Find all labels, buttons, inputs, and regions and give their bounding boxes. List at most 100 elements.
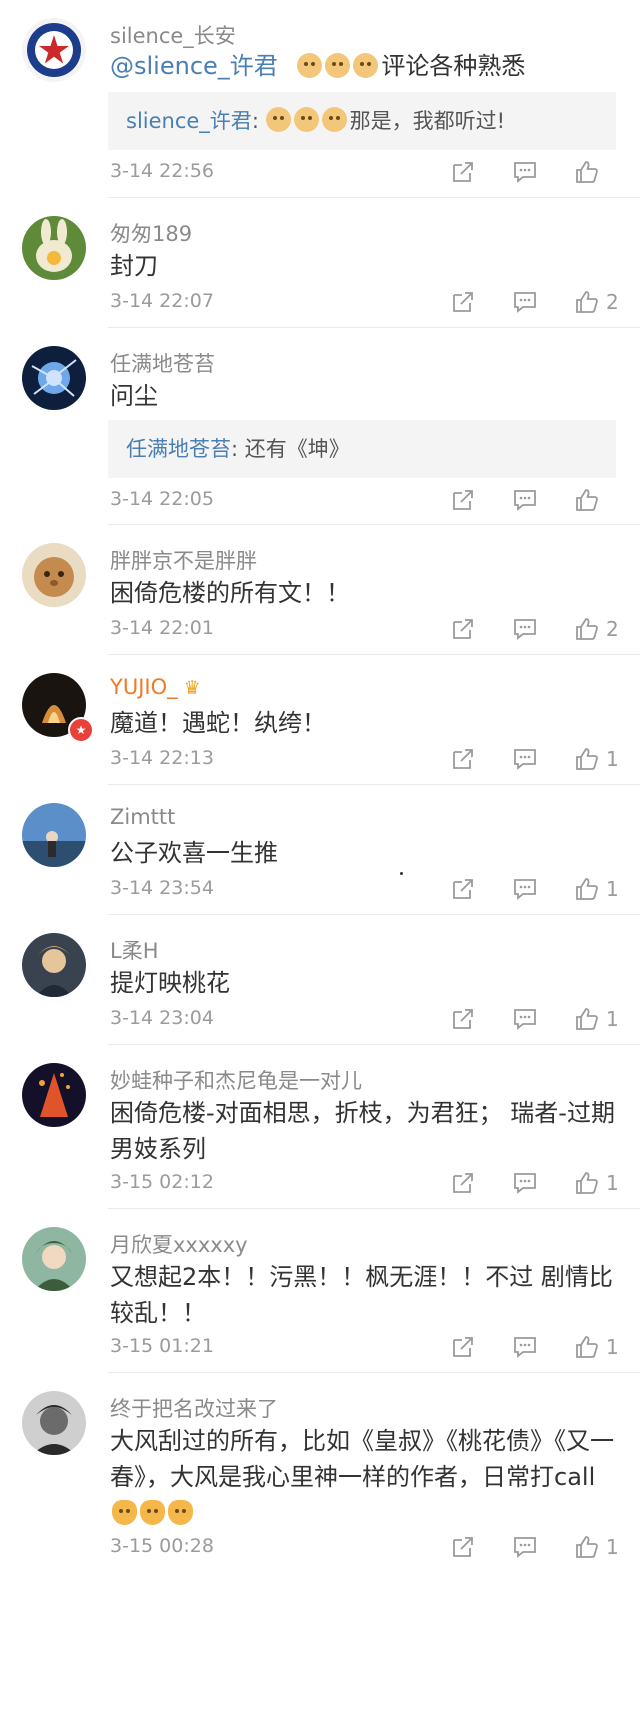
- comment-button[interactable]: [512, 1170, 538, 1196]
- like-button[interactable]: [574, 159, 620, 185]
- thumbs-up-icon: [574, 876, 600, 902]
- timestamp: 3-14 23:04: [110, 1007, 214, 1029]
- reply-box[interactable]: slience_许君: 那是，我都听过!: [108, 92, 616, 150]
- avatar[interactable]: [22, 346, 86, 410]
- like-button[interactable]: [574, 487, 620, 513]
- like-button[interactable]: 1: [574, 1170, 620, 1196]
- comment-text: 困倚危楼-对面相思，折枝，为君狂； 瑞者-过期男妓系列: [110, 1099, 615, 1163]
- comment-icon: [512, 1006, 538, 1032]
- like-button[interactable]: 1: [574, 1334, 620, 1360]
- share-button[interactable]: [450, 876, 476, 902]
- comment-actions: 2: [414, 613, 620, 645]
- comment-button[interactable]: [512, 159, 538, 185]
- timestamp: 3-14 22:13: [110, 747, 214, 769]
- comment-button[interactable]: [512, 1334, 538, 1360]
- comment-actions: 2: [414, 286, 620, 318]
- like-count: 1: [606, 747, 619, 771]
- avatar[interactable]: [22, 543, 86, 607]
- comment-text: 困倚危楼的所有文！！: [110, 579, 350, 607]
- share-button[interactable]: [450, 159, 476, 185]
- timestamp: 3-14 22:56: [110, 160, 214, 182]
- username[interactable]: silence_长安: [110, 20, 236, 50]
- like-count: 1: [606, 877, 619, 901]
- emoji-group: [297, 52, 381, 80]
- avatar[interactable]: [22, 933, 86, 997]
- share-button[interactable]: [450, 289, 476, 315]
- thumbs-up-icon: [574, 746, 600, 772]
- avatar[interactable]: [22, 803, 86, 867]
- thumbs-up-icon: [574, 1006, 600, 1032]
- username[interactable]: 任满地苍苔: [110, 348, 215, 378]
- avatar[interactable]: [22, 1227, 86, 1291]
- comment-text: 大风刮过的所有，比如《皇叔》《桃花债》《又一春》，大风是我心里神一样的作者，日常…: [110, 1423, 616, 1531]
- comment-item: 月欣夏xxxxxy 又想起2本！！污黑！！枫无涯！！不过 剧情比较乱！！ 3-1…: [0, 1209, 640, 1373]
- comment-button[interactable]: [512, 1006, 538, 1032]
- comment-button[interactable]: [512, 1534, 538, 1560]
- timestamp: 3-14 22:05: [110, 488, 214, 510]
- comment-actions: [414, 484, 620, 516]
- like-count: 1: [606, 1007, 619, 1031]
- comment-icon: [512, 1170, 538, 1196]
- comment-item: 胖胖京不是胖胖 困倚危楼的所有文！！ 3-14 22:01 2: [0, 525, 640, 655]
- comment-button[interactable]: [512, 746, 538, 772]
- share-button[interactable]: [450, 616, 476, 642]
- like-button[interactable]: 2: [574, 616, 620, 642]
- reply-username[interactable]: 任满地苍苔: [126, 437, 231, 461]
- like-count: 1: [606, 1335, 619, 1359]
- comment-button[interactable]: [512, 616, 538, 642]
- username[interactable]: 终于把名改过来了: [110, 1393, 278, 1423]
- comment-icon: [512, 876, 538, 902]
- reply-username[interactable]: slience_许君: [126, 109, 252, 133]
- avatar[interactable]: [22, 1391, 86, 1455]
- like-button[interactable]: 2: [574, 289, 620, 315]
- avatar[interactable]: [22, 216, 86, 280]
- share-button[interactable]: [450, 1334, 476, 1360]
- like-button[interactable]: 1: [574, 1534, 620, 1560]
- avatar[interactable]: [22, 1063, 86, 1127]
- like-button[interactable]: 1: [574, 876, 620, 902]
- dog-emoji-icon: [265, 107, 291, 132]
- share-icon: [450, 1334, 476, 1360]
- comment-icon: [512, 1534, 538, 1560]
- timestamp: 3-14 22:01: [110, 617, 214, 639]
- like-button[interactable]: 1: [574, 1006, 620, 1032]
- username[interactable]: 胖胖京不是胖胖: [110, 545, 257, 575]
- comment-button[interactable]: [512, 876, 538, 902]
- share-button[interactable]: [450, 487, 476, 513]
- comment-icon: [512, 616, 538, 642]
- share-icon: [450, 487, 476, 513]
- share-button[interactable]: [450, 1534, 476, 1560]
- comment-actions: 1: [414, 1167, 620, 1199]
- username[interactable]: 月欣夏xxxxxy: [110, 1229, 248, 1259]
- reply-separator: :: [231, 437, 245, 461]
- username[interactable]: 匆匆189: [110, 218, 192, 248]
- thumbs-up-icon: [574, 1170, 600, 1196]
- comment-icon: [512, 487, 538, 513]
- share-button[interactable]: [450, 1170, 476, 1196]
- comment-actions: [414, 156, 620, 188]
- share-button[interactable]: [450, 746, 476, 772]
- comment-text: 公子欢喜一生推: [110, 839, 278, 867]
- dog-emoji-icon: [293, 107, 319, 132]
- dog-emoji-icon: [325, 53, 351, 78]
- like-button[interactable]: 1: [574, 746, 620, 772]
- comment-item: ★ YUJIO_ ♛ 魔道！遇蛇！纨绔！ 3-14 22:13 1: [0, 655, 640, 785]
- reply-text: 那是，我都听过!: [349, 109, 505, 133]
- comment-item: 任满地苍苔 问尘 任满地苍苔: 还有《坤》 3-14 22:05: [0, 328, 640, 525]
- comment-button[interactable]: [512, 289, 538, 315]
- username[interactable]: L柔H: [110, 935, 159, 965]
- comment-actions: 1: [414, 1003, 620, 1035]
- username[interactable]: YUJIO_ ♛: [110, 675, 201, 699]
- comment-body-text: 评论各种熟悉: [381, 52, 526, 80]
- share-icon: [450, 746, 476, 772]
- share-button[interactable]: [450, 1006, 476, 1032]
- comment-item: 匆匆189 封刀 3-14 22:07 2: [0, 198, 640, 328]
- avatar[interactable]: [22, 18, 86, 82]
- reply-box[interactable]: 任满地苍苔: 还有《坤》: [108, 420, 616, 478]
- comment-text: 又想起2本！！污黑！！枫无涯！！不过 剧情比较乱！！: [110, 1263, 613, 1327]
- username[interactable]: 妙蛙种子和杰尼龟是一对儿: [110, 1065, 362, 1095]
- share-icon: [450, 1006, 476, 1032]
- username[interactable]: Zimttt: [110, 805, 175, 829]
- comment-button[interactable]: [512, 487, 538, 513]
- mention-link[interactable]: @slience_许君: [110, 52, 278, 80]
